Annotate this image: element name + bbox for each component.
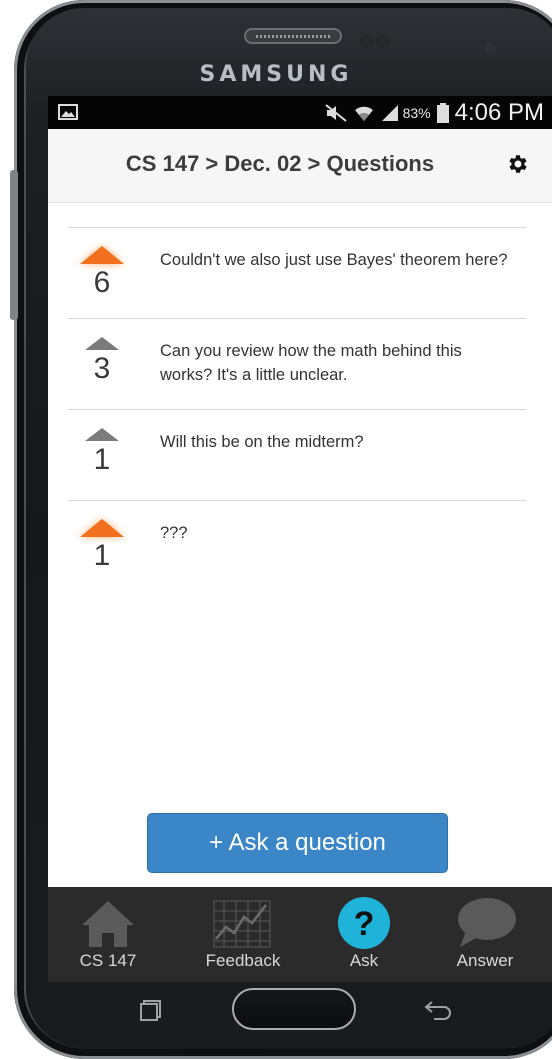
upvote-arrow-icon[interactable] — [80, 246, 124, 264]
question-text: Couldn't we also just use Bayes' theorem… — [160, 251, 508, 269]
question-text: Will this be on the midterm? — [160, 433, 364, 451]
battery-icon — [436, 102, 449, 123]
svg-text:?: ? — [354, 905, 375, 943]
question-text: Can you review how the math behind this … — [160, 342, 462, 384]
signal-icon — [381, 104, 398, 121]
question-item[interactable]: 6 Couldn't we also just use Bayes' theor… — [68, 227, 526, 318]
sensor — [360, 34, 374, 48]
app-bar: CS 147 > Dec. 02 > Questions — [48, 129, 552, 203]
bottom-navigation: CS 147 Feedback ? Ask Answer — [48, 887, 552, 982]
nav-label: Ask — [349, 951, 379, 970]
speech-bubble-icon — [458, 898, 516, 947]
upvote-arrow-icon[interactable] — [85, 428, 119, 441]
image-notification-icon — [58, 104, 78, 120]
upvote-arrow-icon[interactable] — [80, 519, 124, 537]
vote-control: 6 — [76, 246, 128, 300]
sensor — [376, 34, 390, 48]
vote-count: 1 — [93, 443, 111, 476]
nav-label: Answer — [456, 951, 514, 970]
home-button[interactable] — [232, 988, 356, 1030]
back-icon[interactable] — [424, 998, 454, 1020]
question-item[interactable]: 3 Can you review how the math behind thi… — [68, 318, 526, 409]
status-icons: 83% 4:06 PM — [324, 96, 544, 129]
question-item[interactable]: 1 ??? — [68, 500, 526, 591]
question-list: 6 Couldn't we also just use Bayes' theor… — [68, 227, 526, 591]
wifi-icon — [354, 106, 373, 121]
volume-button — [10, 170, 18, 320]
vote-count: 1 — [93, 539, 111, 572]
question-item[interactable]: 1 Will this be on the midterm? — [68, 409, 526, 500]
vote-count: 6 — [93, 266, 111, 299]
nav-label: Feedback — [205, 951, 281, 970]
home-icon — [82, 901, 134, 947]
vote-count: 3 — [93, 352, 111, 385]
status-bar: 83% 4:06 PM — [48, 96, 552, 129]
earpiece-speaker — [244, 28, 342, 44]
mute-icon — [324, 103, 347, 122]
vote-control: 1 — [76, 428, 128, 477]
ask-question-button[interactable]: + Ask a question — [147, 813, 448, 873]
nav-item-cs147[interactable]: CS 147 — [56, 887, 160, 982]
nav-item-answer[interactable]: Answer — [430, 887, 540, 982]
nav-item-ask[interactable]: ? Ask — [314, 887, 414, 982]
chart-icon — [213, 900, 271, 948]
nav-label: CS 147 — [79, 951, 137, 970]
vote-control: 3 — [76, 337, 128, 386]
upvote-arrow-icon[interactable] — [85, 337, 119, 350]
hardware-keys — [48, 982, 552, 1042]
question-icon: ? — [338, 897, 390, 949]
page-title: CS 147 > Dec. 02 > Questions — [125, 151, 435, 176]
gear-icon[interactable] — [506, 152, 530, 176]
battery-percent: 83% — [402, 104, 431, 121]
recent-apps-icon[interactable] — [140, 1000, 162, 1022]
front-camera — [484, 42, 496, 54]
nav-item-feedback[interactable]: Feedback — [188, 887, 298, 982]
vote-control: 1 — [76, 519, 128, 573]
brand-logo: SAMSUNG — [199, 62, 353, 87]
question-text: ??? — [160, 524, 188, 542]
clock: 4:06 PM — [454, 98, 544, 126]
screen: 83% 4:06 PM CS 147 > Dec. 02 > Questions… — [48, 96, 552, 887]
